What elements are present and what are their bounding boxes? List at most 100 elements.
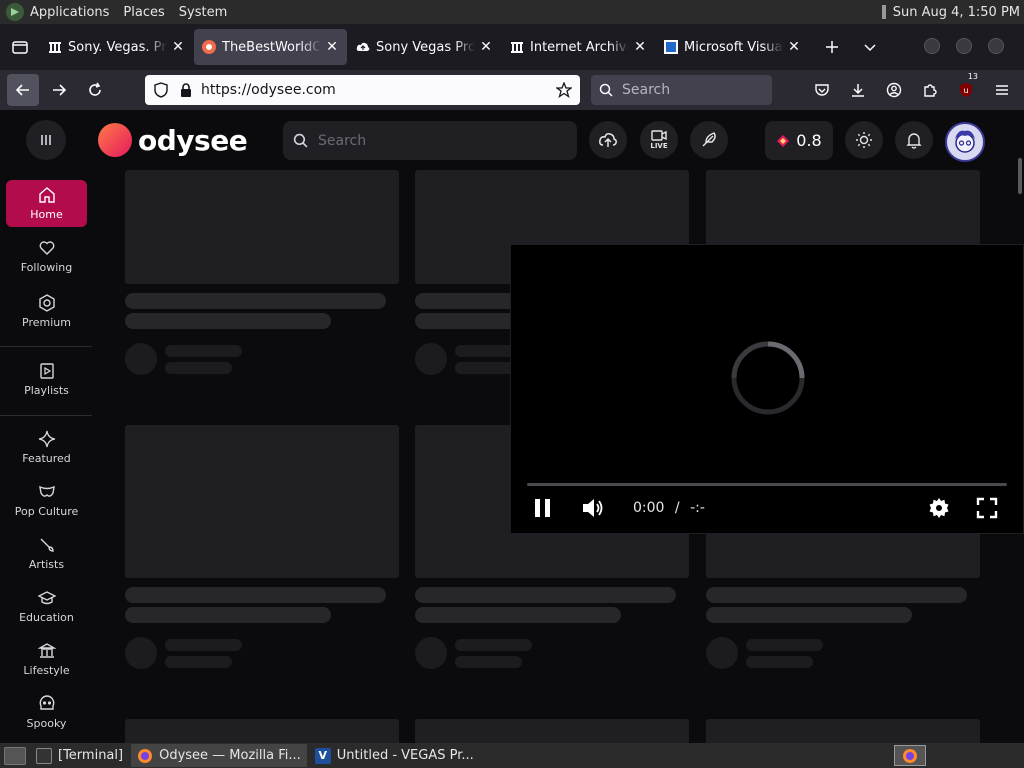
loading-spinner-icon: [731, 341, 805, 415]
shield-icon[interactable]: [153, 82, 169, 98]
channel-name-placeholder: [455, 639, 532, 651]
cloud-upload-icon: [599, 133, 617, 147]
firefox-view-icon: [12, 41, 28, 54]
tab-1[interactable]: TheBestWorldC ✕: [194, 29, 347, 65]
premium-icon: [38, 294, 56, 312]
downloads-button[interactable]: [842, 74, 874, 106]
app-menu-button[interactable]: [986, 74, 1018, 106]
account-button[interactable]: [878, 74, 910, 106]
floating-video-player[interactable]: 0:00 / -:-: [510, 244, 1024, 534]
close-window-button[interactable]: [988, 38, 1004, 54]
show-desktop-button[interactable]: [4, 746, 26, 765]
video-thumbnail-placeholder[interactable]: [125, 170, 399, 284]
video-time: 0:00 / -:-: [633, 500, 705, 516]
taskbar: [Terminal] Odysee — Mozilla Fi... V Unti…: [0, 743, 1024, 768]
tab-4[interactable]: Microsoft Visual ✕: [656, 29, 809, 65]
close-icon[interactable]: ✕: [787, 39, 801, 55]
minimize-button[interactable]: [924, 38, 940, 54]
sidebar-item-label: Pop Culture: [14, 505, 79, 518]
close-icon[interactable]: ✕: [633, 39, 647, 55]
pause-button[interactable]: [533, 497, 553, 519]
ublock-button[interactable]: u 13: [950, 72, 982, 106]
tab-title: Microsoft Visual: [684, 39, 783, 55]
video-thumbnail-placeholder[interactable]: [706, 719, 980, 743]
workspace-switcher[interactable]: [894, 745, 926, 766]
reload-button[interactable]: [79, 74, 111, 106]
theme-toggle-button[interactable]: [845, 121, 883, 159]
download-icon: [852, 84, 864, 97]
system-menu[interactable]: System: [173, 5, 235, 20]
sidebar-item-pop-culture[interactable]: Pop Culture: [6, 477, 87, 524]
window-controls: [924, 38, 1004, 54]
applications-menu[interactable]: Applications: [24, 5, 117, 20]
pocket-button[interactable]: [806, 74, 838, 106]
odysee-logo[interactable]: odysee: [98, 123, 248, 157]
url-bar[interactable]: https://odysee.com: [145, 75, 580, 105]
nav-bar: https://odysee.com Search u 13: [0, 70, 1024, 110]
page-scrollbar[interactable]: [1018, 158, 1022, 194]
back-button[interactable]: [7, 74, 39, 106]
plus-icon: [826, 41, 838, 53]
close-icon[interactable]: ✕: [479, 39, 493, 55]
video-camera-icon: [651, 130, 667, 141]
new-tab-button[interactable]: [816, 31, 848, 63]
taskbar-item-firefox[interactable]: Odysee — Mozilla Fi...: [131, 744, 307, 767]
odysee-search-input[interactable]: Search: [283, 121, 577, 160]
go-live-button[interactable]: LIVE: [640, 121, 678, 159]
tab-title: TheBestWorldC: [222, 39, 321, 55]
close-icon[interactable]: ✕: [171, 39, 185, 55]
odysee-sidebar: Home Following Premium Playlists Feature…: [0, 170, 92, 743]
maximize-button[interactable]: [956, 38, 972, 54]
firefox-icon: [137, 748, 153, 764]
fullscreen-icon: [976, 497, 998, 519]
notifications-button[interactable]: [895, 121, 933, 159]
fullscreen-button[interactable]: [976, 497, 998, 519]
avatar[interactable]: [945, 122, 985, 162]
wallet-balance-button[interactable]: 0.8: [765, 121, 833, 160]
browser-search-field[interactable]: Search: [591, 75, 772, 105]
volume-button[interactable]: [581, 497, 605, 519]
distro-logo-icon[interactable]: [6, 3, 24, 21]
tab-0[interactable]: Sony. Vegas. Pro ✕: [40, 29, 193, 65]
video-progress-bar[interactable]: [527, 483, 1007, 486]
heart-icon: [38, 239, 56, 257]
arrow-right-icon: [53, 84, 67, 96]
forward-button[interactable]: [43, 74, 75, 106]
playlist-icon: [38, 362, 56, 380]
list-all-tabs-button[interactable]: [854, 31, 886, 63]
sidebar-toggle-button[interactable]: [26, 120, 66, 160]
sidebar-item-spooky[interactable]: Spooky: [6, 689, 87, 736]
title-placeholder: [125, 293, 386, 309]
sidebar-item-home[interactable]: Home: [6, 180, 87, 227]
clock-text: Sun Aug 4, 1:50 PM: [892, 4, 1020, 20]
url-text[interactable]: https://odysee.com: [201, 82, 556, 98]
taskbar-item-vegas[interactable]: V Untitled - VEGAS Pr...: [309, 744, 480, 767]
tab-3[interactable]: Internet Archive ✕: [502, 29, 655, 65]
sidebar-item-education[interactable]: Education: [6, 583, 87, 630]
clock[interactable]: Sun Aug 4, 1:50 PM: [881, 5, 1020, 20]
upload-button[interactable]: [589, 121, 627, 159]
channel-avatar-placeholder: [706, 637, 738, 669]
sidebar-item-playlists[interactable]: Playlists: [6, 356, 87, 403]
sidebar-item-lifestyle[interactable]: Lifestyle: [6, 636, 87, 683]
firefox-view-button[interactable]: [0, 24, 40, 70]
sidebar-item-premium[interactable]: Premium: [6, 288, 87, 335]
sidebar-item-artists[interactable]: Artists: [6, 530, 87, 577]
tab-2[interactable]: Sony Vegas Pro ✕: [348, 29, 501, 65]
video-thumbnail-placeholder[interactable]: [415, 719, 689, 743]
places-menu[interactable]: Places: [117, 5, 172, 20]
sidebar-item-following[interactable]: Following: [6, 233, 87, 280]
close-icon[interactable]: ✕: [325, 39, 339, 55]
avatar-icon: [955, 130, 975, 153]
video-thumbnail-placeholder[interactable]: [125, 719, 399, 743]
sun-icon: [856, 132, 872, 148]
tab-strip: Sony. Vegas. Pro ✕ TheBestWorldC ✕ Sony …: [0, 24, 1024, 70]
sidebar-item-featured[interactable]: Featured: [6, 424, 87, 471]
star-icon[interactable]: [556, 82, 572, 98]
lock-icon[interactable]: [179, 82, 193, 98]
post-button[interactable]: [690, 121, 728, 159]
extensions-button[interactable]: [914, 74, 946, 106]
video-thumbnail-placeholder[interactable]: [125, 425, 399, 578]
settings-button[interactable]: [928, 497, 950, 519]
taskbar-item-terminal[interactable]: [Terminal]: [30, 744, 129, 767]
